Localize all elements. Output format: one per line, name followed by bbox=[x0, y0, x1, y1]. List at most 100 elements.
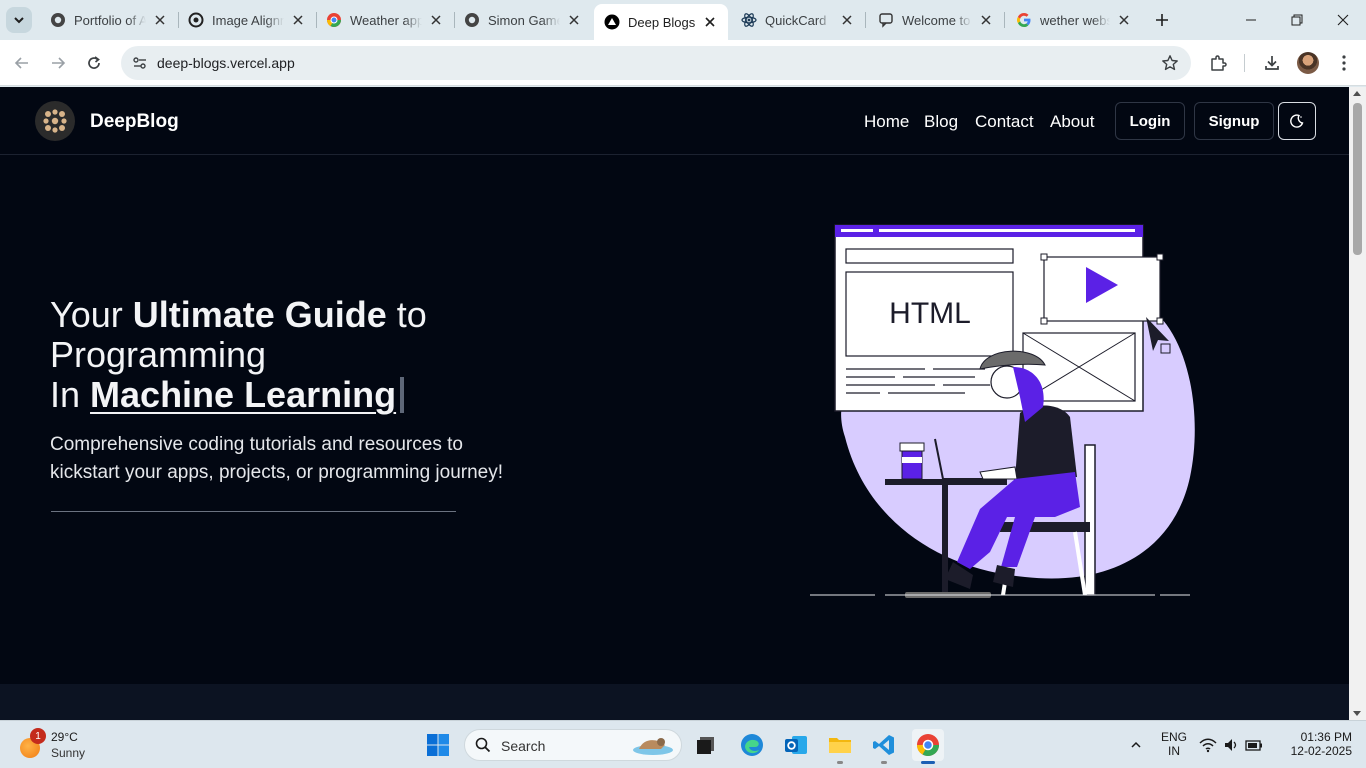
nav-blog[interactable]: Blog bbox=[924, 112, 958, 132]
task-view-button[interactable] bbox=[690, 729, 722, 761]
tab-weather-app[interactable]: Weather app bbox=[316, 4, 455, 36]
url-text: deep-blogs.vercel.app bbox=[157, 55, 295, 71]
puzzle-icon bbox=[1211, 55, 1227, 71]
close-window-button[interactable] bbox=[1320, 0, 1366, 40]
minimize-button[interactable] bbox=[1228, 0, 1274, 40]
weather-condition: Sunny bbox=[51, 746, 86, 760]
outlook-icon bbox=[785, 736, 807, 754]
vscode-icon bbox=[873, 735, 894, 755]
arrow-right-icon bbox=[52, 57, 66, 69]
tab-label: QuickCard bbox=[765, 12, 827, 28]
language-indicator[interactable]: ENG IN bbox=[1158, 730, 1190, 758]
tab-label: Simon Game bbox=[488, 12, 560, 28]
chevron-up-icon bbox=[1131, 741, 1141, 748]
show-hidden-icons-button[interactable] bbox=[1120, 729, 1152, 761]
close-icon[interactable] bbox=[1116, 12, 1132, 28]
forward-button[interactable] bbox=[46, 51, 70, 75]
tab-quickcard[interactable]: QuickCard bbox=[731, 4, 866, 36]
weather-widget[interactable]: 1 29°C Sunny bbox=[16, 728, 116, 762]
github-icon bbox=[464, 12, 480, 28]
browser-menu-button[interactable] bbox=[1332, 51, 1356, 75]
close-icon[interactable] bbox=[428, 12, 444, 28]
search-icon bbox=[475, 737, 491, 753]
address-bar[interactable]: deep-blogs.vercel.app bbox=[121, 46, 1191, 80]
site-settings-icon[interactable] bbox=[132, 55, 148, 71]
clock-date: 12-02-2025 bbox=[1290, 744, 1352, 758]
tab-search-button[interactable] bbox=[6, 7, 32, 33]
site-logo[interactable] bbox=[35, 101, 75, 141]
page-scrollbar[interactable] bbox=[1349, 87, 1366, 720]
taskbar-outlook[interactable] bbox=[780, 729, 812, 761]
hero-divider bbox=[51, 511, 456, 512]
volume-icon bbox=[1225, 739, 1237, 751]
typed-text: Machine Learning bbox=[90, 374, 397, 415]
signup-button[interactable]: Signup bbox=[1194, 102, 1274, 140]
back-button[interactable] bbox=[10, 51, 34, 75]
new-tab-button[interactable] bbox=[1150, 8, 1174, 32]
close-icon[interactable] bbox=[566, 12, 582, 28]
tab-label: Portfolio of Abhinav bbox=[74, 12, 146, 28]
language-code: ENG bbox=[1160, 730, 1187, 744]
extensions-button[interactable] bbox=[1206, 51, 1230, 75]
tab-deep-blogs[interactable]: Deep Blogs bbox=[594, 4, 728, 40]
tab-portfolio[interactable]: Portfolio of Abhinav bbox=[40, 4, 179, 36]
arrow-left-icon bbox=[14, 57, 28, 69]
minimize-icon bbox=[1246, 19, 1256, 21]
close-icon[interactable] bbox=[290, 12, 306, 28]
folder-icon bbox=[829, 738, 851, 753]
start-button[interactable] bbox=[426, 733, 450, 757]
nav-contact[interactable]: Contact bbox=[975, 112, 1034, 132]
tab-simon-game[interactable]: Simon Game bbox=[454, 4, 592, 36]
tab-label: Deep Blogs bbox=[628, 14, 696, 30]
close-icon[interactable] bbox=[152, 12, 168, 28]
nav-home[interactable]: Home bbox=[864, 112, 909, 132]
close-icon[interactable] bbox=[839, 12, 855, 28]
reload-button[interactable] bbox=[82, 51, 106, 75]
scroll-thumb[interactable] bbox=[1353, 103, 1362, 255]
clock[interactable]: 01:36 PM 12-02-2025 bbox=[1282, 730, 1352, 758]
downloads-button[interactable] bbox=[1260, 51, 1284, 75]
browser-toolbar: deep-blogs.vercel.app bbox=[0, 40, 1366, 86]
theme-toggle-button[interactable] bbox=[1278, 102, 1316, 140]
tab-image-alignment[interactable]: Image Alignment bbox=[178, 4, 317, 36]
system-tray-status[interactable] bbox=[1196, 729, 1266, 761]
next-section bbox=[0, 684, 1349, 720]
taskbar-file-explorer[interactable] bbox=[824, 729, 856, 764]
restore-icon bbox=[1291, 14, 1303, 26]
scroll-down-arrow-icon[interactable] bbox=[1353, 711, 1361, 716]
nav-about[interactable]: About bbox=[1050, 112, 1094, 132]
taskbar-edge[interactable] bbox=[736, 729, 768, 761]
profile-avatar[interactable] bbox=[1297, 52, 1319, 74]
google-icon bbox=[1016, 12, 1032, 28]
site-brand[interactable]: DeepBlog bbox=[90, 111, 179, 133]
moon-icon bbox=[1290, 114, 1304, 128]
tab-label: wether webs bbox=[1040, 12, 1110, 28]
chevron-down-icon bbox=[14, 17, 24, 24]
react-icon bbox=[741, 12, 757, 28]
vercel-icon bbox=[604, 14, 620, 30]
hero-title-text: to bbox=[386, 294, 427, 335]
hero-title-text: Programming bbox=[50, 334, 267, 375]
windows-logo-icon bbox=[427, 734, 449, 756]
clock-time: 01:36 PM bbox=[1300, 730, 1352, 744]
hero-title: Your Ultimate Guide to Programming In Ma… bbox=[50, 295, 570, 415]
tab-strip: Portfolio of Abhinav Image Alignment Wea… bbox=[0, 0, 1366, 40]
github-icon bbox=[50, 12, 66, 28]
illustration-screen-text: HTML bbox=[889, 297, 971, 330]
star-icon[interactable] bbox=[1161, 54, 1179, 72]
restore-button[interactable] bbox=[1274, 0, 1320, 40]
dots-logo-icon bbox=[43, 109, 67, 133]
login-button[interactable]: Login bbox=[1115, 102, 1185, 140]
close-icon[interactable] bbox=[978, 12, 994, 28]
close-icon[interactable] bbox=[702, 14, 718, 30]
taskbar-vscode[interactable] bbox=[868, 729, 900, 764]
search-highlight-icon bbox=[633, 738, 673, 755]
taskbar-chrome[interactable] bbox=[912, 729, 944, 764]
battery-icon bbox=[1245, 740, 1262, 751]
taskbar-search[interactable]: Search bbox=[464, 729, 682, 761]
tab-wether-webs[interactable]: wether webs bbox=[1006, 4, 1142, 36]
hero-title-emphasis: Ultimate Guide bbox=[132, 294, 387, 335]
chat-icon bbox=[878, 12, 894, 28]
tab-welcome[interactable]: Welcome to bbox=[868, 4, 1005, 36]
scroll-up-arrow-icon[interactable] bbox=[1353, 91, 1361, 96]
